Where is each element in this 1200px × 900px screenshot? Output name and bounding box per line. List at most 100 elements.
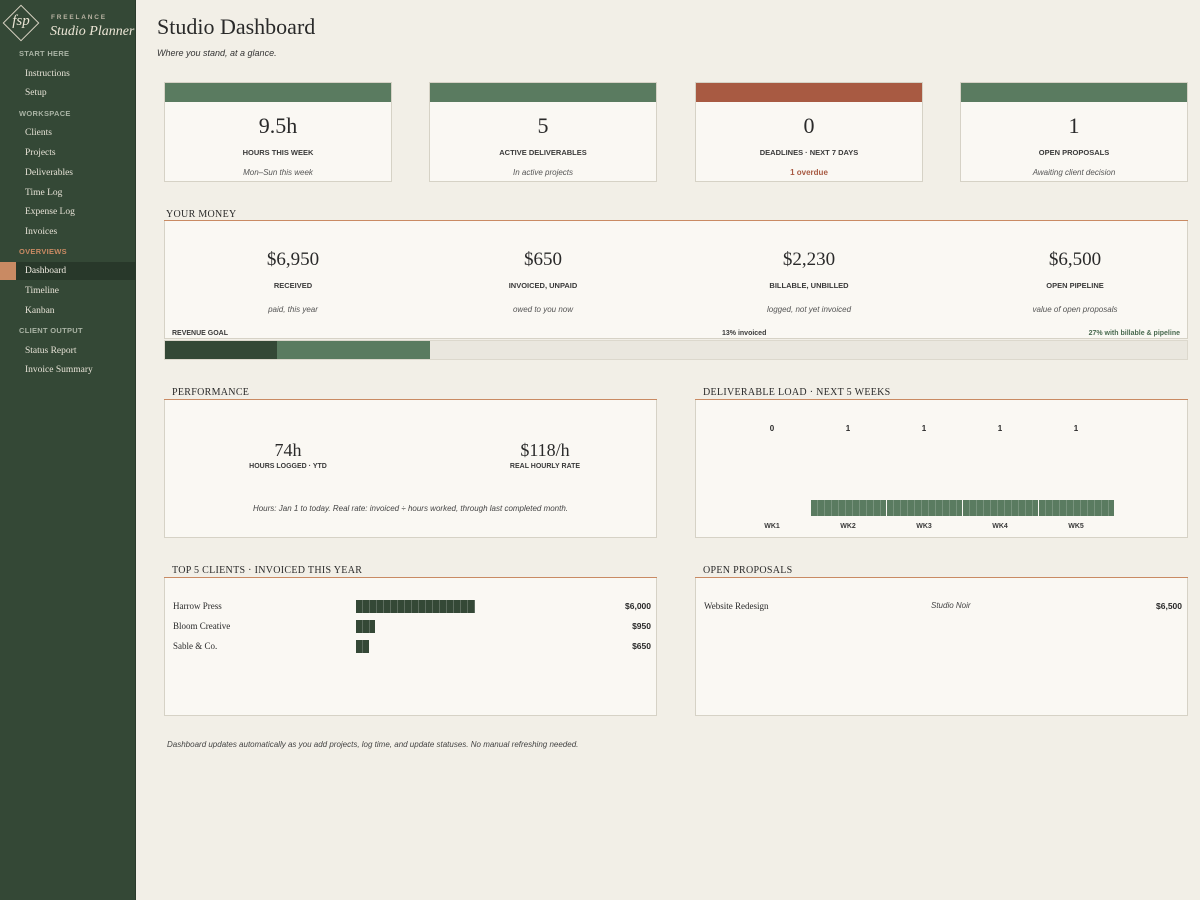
- sidebar-section-overviews: OVERVIEWS: [19, 247, 67, 256]
- money-subtext: value of open proposals: [1032, 305, 1118, 314]
- client-name: Bloom Creative: [173, 621, 231, 631]
- page-title: Studio Dashboard: [157, 14, 316, 39]
- section-heading-open-proposals: OPEN PROPOSALS: [703, 565, 793, 576]
- money-label: BILLABLE, UNBILLED: [769, 281, 849, 290]
- revenue-goal-invoiced-text: 13% invoiced: [722, 330, 767, 337]
- week-load-bar: [962, 500, 1038, 516]
- client-row: Harrow Press $6,000: [173, 600, 651, 614]
- hours-logged-metric: 74h HOURS LOGGED · YTD: [165, 440, 411, 470]
- money-label: OPEN PIPELINE: [1046, 281, 1104, 290]
- money-received: $6,950 RECEIVED paid, this year: [165, 221, 421, 339]
- deliverable-load-panel: 0 WK1 1 WK2 1 WK3 1 WK4 1 WK5: [695, 400, 1188, 538]
- client-name: Sable & Co.: [173, 641, 218, 651]
- sidebar-item-expense-log[interactable]: Expense Log: [0, 203, 136, 221]
- week-count: 1: [997, 424, 1003, 433]
- money-billable-unbilled: $2,230 BILLABLE, UNBILLED logged, not ye…: [681, 221, 937, 339]
- money-panel: $6,950 RECEIVED paid, this year $650 INV…: [164, 221, 1188, 339]
- performance-note: Hours: Jan 1 to today. Real rate: invoic…: [252, 504, 569, 513]
- kpi-subtext: In active projects: [512, 168, 574, 177]
- section-heading-top-clients: TOP 5 CLIENTS · INVOICED THIS YEAR: [172, 565, 363, 576]
- kpi-color-bar: [430, 83, 656, 102]
- revenue-goal-progress: [164, 340, 1188, 360]
- kpi-value: 5: [537, 113, 549, 138]
- kpi-color-bar: [165, 83, 391, 102]
- sidebar-item-setup[interactable]: Setup: [0, 84, 136, 102]
- sidebar-item-kanban[interactable]: Kanban: [0, 302, 136, 320]
- client-name: Harrow Press: [173, 601, 222, 611]
- sidebar-item-timeline[interactable]: Timeline: [0, 282, 136, 300]
- sidebar-item-time-log[interactable]: Time Log: [0, 184, 136, 202]
- sidebar-item-clients[interactable]: Clients: [0, 124, 136, 142]
- money-subtext: owed to you now: [512, 305, 574, 314]
- money-open-pipeline: $6,500 OPEN PIPELINE value of open propo…: [947, 221, 1200, 339]
- client-amount: $950: [632, 621, 651, 631]
- money-subtext: logged, not yet invoiced: [766, 305, 852, 314]
- week-load-bar: [810, 500, 886, 516]
- kpi-subtext: Awaiting client decision: [1032, 168, 1116, 177]
- client-row: Sable & Co. $650: [173, 640, 651, 654]
- sidebar-item-deliverables[interactable]: Deliverables: [0, 164, 136, 182]
- kpi-value: 9.5h: [258, 113, 298, 138]
- week-label: WK2: [840, 523, 856, 530]
- money-value: $2,230: [782, 249, 836, 270]
- sidebar-item-dashboard[interactable]: Dashboard: [0, 262, 136, 280]
- kpi-color-bar: [961, 83, 1187, 102]
- money-value: $6,500: [1048, 249, 1102, 270]
- week-count: 0: [769, 424, 775, 433]
- revenue-goal-pipeline-text: 27% with billable & pipeline: [1088, 330, 1180, 337]
- week-count: 1: [921, 424, 927, 433]
- kpi-label: ACTIVE DELIVERABLES: [499, 148, 587, 157]
- kpi-subtext: Mon–Sun this week: [243, 168, 313, 177]
- sidebar-item-status-report[interactable]: Status Report: [0, 342, 136, 360]
- revenue-goal-label: REVENUE GOAL: [172, 330, 229, 337]
- money-invoiced-unpaid: $650 INVOICED, UNPAID owed to you now: [415, 221, 671, 339]
- kpi-card-proposals: 1 OPEN PROPOSALS Awaiting client decisio…: [960, 82, 1188, 182]
- client-row: Bloom Creative $950: [173, 620, 651, 634]
- revenue-goal-pipeline-fill: [277, 341, 430, 359]
- section-heading-deliverable-load: DELIVERABLE LOAD · NEXT 5 WEEKS: [703, 387, 891, 398]
- footer-note: Dashboard updates automatically as you a…: [167, 740, 579, 749]
- proposal-client: Studio Noir: [931, 601, 971, 610]
- open-proposals-panel: Website Redesign Studio Noir $6,500: [695, 578, 1188, 716]
- kpi-label: OPEN PROPOSALS: [1038, 148, 1110, 157]
- kpi-color-bar: [696, 83, 922, 102]
- week-label: WK4: [992, 523, 1008, 530]
- week-label: WK1: [764, 523, 780, 530]
- logo-monogram: fsp: [12, 13, 30, 29]
- money-subtext: paid, this year: [268, 305, 318, 314]
- logo-tagline: FREELANCE: [51, 14, 107, 21]
- kpi-card-hours: 9.5h HOURS THIS WEEK Mon–Sun this week: [164, 82, 392, 182]
- client-amount-bar: [356, 640, 369, 653]
- week-load-bar: [886, 500, 962, 516]
- sidebar-item-invoices[interactable]: Invoices: [0, 223, 136, 241]
- proposal-row[interactable]: Website Redesign Studio Noir $6,500: [704, 600, 1182, 614]
- revenue-goal-invoiced-fill: [165, 341, 277, 359]
- sidebar-section-start-here: START HERE: [19, 49, 70, 58]
- kpi-card-deadlines: 0 DEADLINES · NEXT 7 DAYS 1 overdue: [695, 82, 923, 182]
- top-clients-panel: Harrow Press $6,000 Bloom Creative $950 …: [164, 578, 657, 716]
- client-amount: $6,000: [625, 601, 651, 611]
- sidebar-item-invoice-summary[interactable]: Invoice Summary: [0, 361, 136, 379]
- money-value: $6,950: [266, 249, 320, 270]
- money-label: INVOICED, UNPAID: [508, 281, 578, 290]
- week-count: 1: [1073, 424, 1079, 433]
- sidebar-item-projects[interactable]: Projects: [0, 144, 136, 162]
- kpi-value: 0: [803, 113, 815, 138]
- sidebar-item-instructions[interactable]: Instructions: [0, 65, 136, 83]
- hourly-rate-metric: $118/h REAL HOURLY RATE: [422, 440, 668, 470]
- client-amount-bar: [356, 600, 475, 613]
- proposal-amount: $6,500: [1156, 601, 1182, 611]
- kpi-label: DEADLINES · NEXT 7 DAYS: [759, 148, 859, 157]
- week-label: WK5: [1068, 523, 1084, 530]
- kpi-label: HOURS THIS WEEK: [242, 148, 314, 157]
- week-label: WK3: [916, 523, 932, 530]
- logo-title: Studio Planner: [50, 24, 135, 39]
- performance-panel: 74h HOURS LOGGED · YTD $118/h REAL HOURL…: [164, 400, 657, 538]
- money-value: $650: [524, 249, 562, 270]
- kpi-card-deliverables: 5 ACTIVE DELIVERABLES In active projects: [429, 82, 657, 182]
- app-logo[interactable]: fsp FREELANCE Studio Planner: [2, 4, 134, 46]
- client-amount: $650: [632, 641, 651, 651]
- sidebar: fsp FREELANCE Studio Planner START HERE …: [0, 0, 136, 900]
- week-count: 1: [845, 424, 851, 433]
- hourly-rate-value: $118/h: [520, 440, 570, 460]
